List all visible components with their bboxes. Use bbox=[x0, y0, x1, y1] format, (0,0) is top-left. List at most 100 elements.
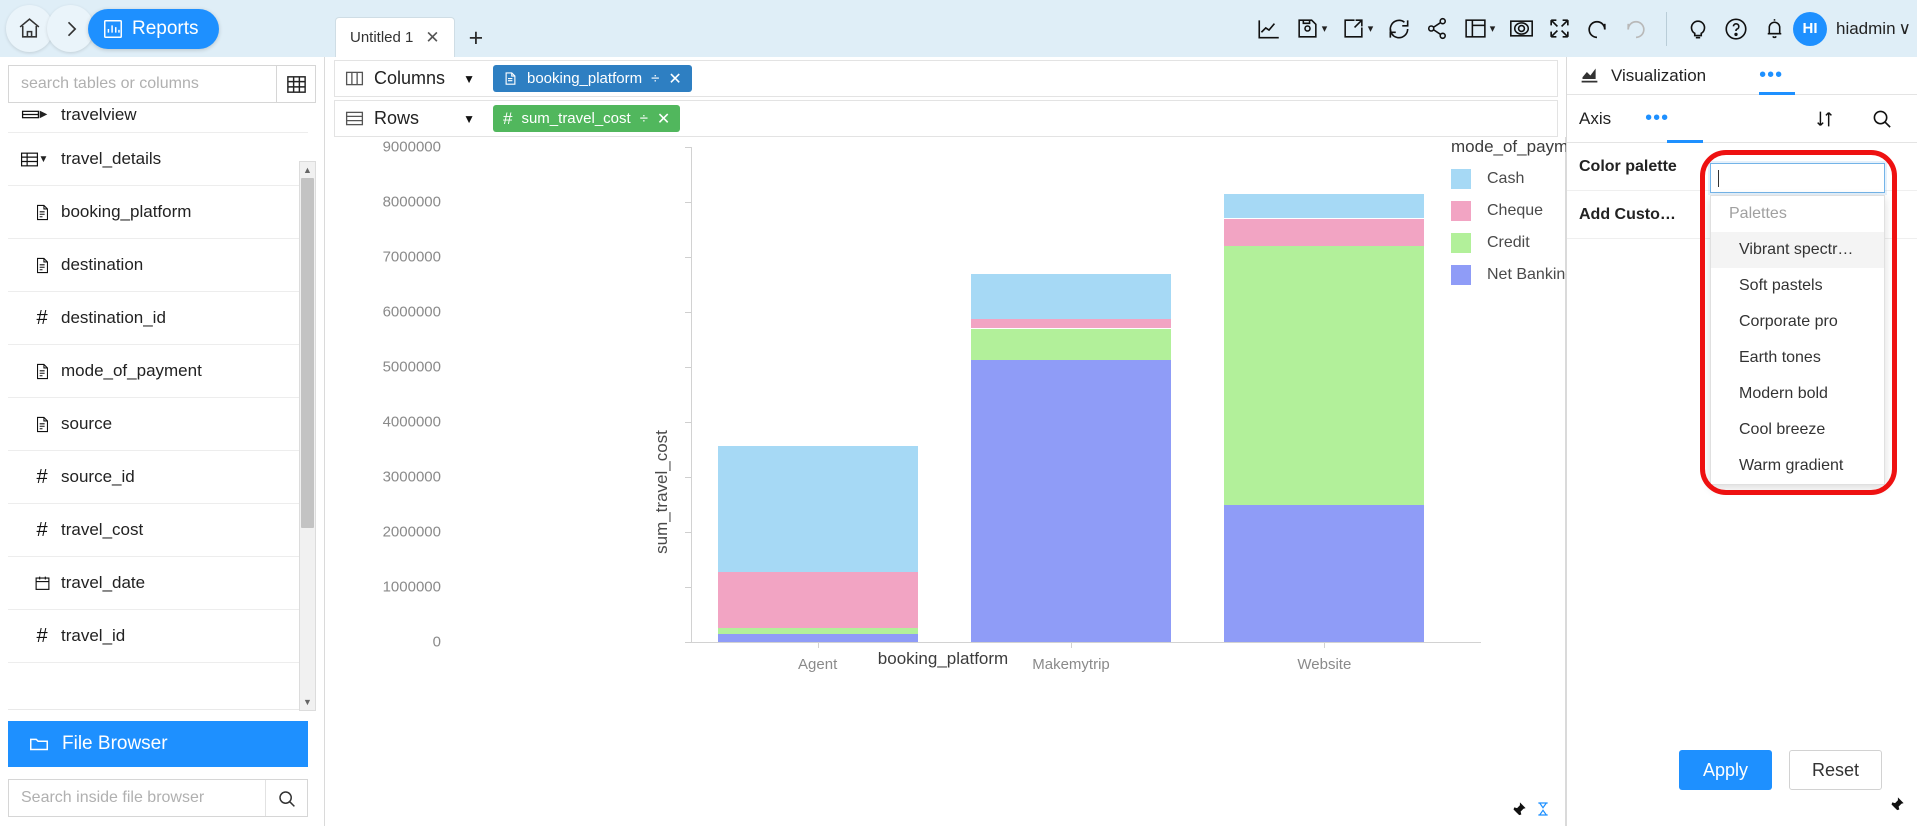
palette-option-earth-tones[interactable]: Earth tones bbox=[1711, 340, 1884, 376]
visualization-more-button[interactable]: ••• bbox=[1759, 64, 1783, 87]
chart-type-button[interactable] bbox=[1250, 10, 1288, 48]
bar-segment[interactable] bbox=[1224, 504, 1425, 642]
breadcrumb-next-button[interactable] bbox=[47, 5, 94, 52]
reset-button[interactable]: Reset bbox=[1789, 750, 1882, 790]
user-menu[interactable]: hiadmin ∨ bbox=[1836, 19, 1911, 39]
pill-booking-platform[interactable]: booking_platform ÷ ✕ bbox=[493, 65, 692, 92]
tree-item-travel-id[interactable]: # travel_id bbox=[8, 610, 308, 663]
bar-segment[interactable] bbox=[717, 572, 918, 628]
bar-segment[interactable] bbox=[1224, 246, 1425, 505]
bar-segment[interactable] bbox=[1224, 194, 1425, 219]
notifications-button[interactable] bbox=[1755, 10, 1793, 48]
tree-item-destination-id[interactable]: # destination_id bbox=[8, 292, 308, 345]
app-root: Reports Untitled 1 ✕ + ▾ ▾ ▾ HI hiadmin … bbox=[0, 0, 1917, 826]
avatar[interactable]: HI bbox=[1793, 11, 1827, 46]
fullscreen-button[interactable] bbox=[1540, 10, 1578, 48]
aggregate-icon[interactable]: ÷ bbox=[651, 70, 659, 87]
search-icon[interactable] bbox=[1870, 107, 1893, 130]
palette-dropdown[interactable]: Palettes Vibrant spectr… Soft pastels Corp… bbox=[1710, 195, 1885, 485]
rows-drop-zone[interactable]: # sum_travel_cost ÷ ✕ bbox=[485, 101, 1557, 136]
palette-option-corporate-pro[interactable]: Corporate pro bbox=[1711, 304, 1884, 340]
bar-segment[interactable] bbox=[717, 445, 918, 573]
pill-label: booking_platform bbox=[527, 70, 643, 87]
tree-item-booking-platform[interactable]: booking_platform bbox=[8, 186, 308, 239]
help-button[interactable] bbox=[1717, 10, 1755, 48]
filter-hourglass-icon[interactable] bbox=[1535, 800, 1551, 818]
sidebar-scrollbar[interactable]: ▲ ▼ bbox=[299, 161, 316, 711]
aggregate-icon[interactable]: ÷ bbox=[640, 110, 648, 127]
file-browser-button[interactable]: File Browser bbox=[8, 721, 308, 767]
bar-segment[interactable] bbox=[717, 633, 918, 642]
tree-item-mode-of-payment[interactable]: mode_of_payment bbox=[8, 345, 308, 398]
columns-shelf-label[interactable]: Columns ▼ bbox=[335, 68, 485, 89]
pill-sum-travel-cost[interactable]: # sum_travel_cost ÷ ✕ bbox=[493, 105, 681, 132]
table-grid-button[interactable] bbox=[276, 65, 316, 103]
file-browser-search[interactable]: Search inside file browser bbox=[8, 779, 308, 817]
columns-drop-zone[interactable]: booking_platform ÷ ✕ bbox=[485, 61, 1557, 96]
refresh-button[interactable] bbox=[1380, 10, 1418, 48]
chart-canvas[interactable]: 0 1000000 2000000 3000000 4000000 5000000 6000… bbox=[326, 127, 1651, 826]
tree-item-travel-details[interactable]: ▼ travel_details bbox=[8, 133, 308, 186]
chevron-down-icon[interactable]: ▼ bbox=[463, 72, 475, 86]
palette-option-vibrant-spectr[interactable]: Vibrant spectr… bbox=[1711, 232, 1884, 268]
panel-pin[interactable] bbox=[1888, 796, 1905, 818]
redo-button[interactable] bbox=[1616, 10, 1654, 48]
tree-item-travelview[interactable]: ▶ travelview bbox=[8, 105, 308, 133]
palette-option-modern-bold[interactable]: Modern bold bbox=[1711, 376, 1884, 412]
scroll-down-arrow[interactable]: ▼ bbox=[300, 694, 315, 710]
breadcrumb-reports[interactable]: Reports bbox=[88, 8, 219, 49]
tree-item-source-id[interactable]: # source_id bbox=[8, 451, 308, 504]
export-icon bbox=[1344, 19, 1363, 38]
tree-item-label: travel_id bbox=[61, 626, 126, 645]
bar-segment[interactable] bbox=[971, 359, 1171, 642]
palette-option-cool-breeze[interactable]: Cool breeze bbox=[1711, 412, 1884, 448]
home-button[interactable] bbox=[6, 5, 53, 52]
add-tab-button[interactable]: + bbox=[455, 24, 498, 53]
breadcrumb-label: Reports bbox=[132, 17, 199, 39]
add-custom-label: Add Custo… bbox=[1579, 205, 1676, 223]
tree-item-destination[interactable]: destination bbox=[8, 239, 308, 292]
bar-segment[interactable] bbox=[717, 627, 918, 634]
tab-untitled-1[interactable]: Untitled 1 ✕ bbox=[335, 17, 455, 57]
pin-icon[interactable] bbox=[1510, 801, 1527, 818]
bar-segment[interactable] bbox=[971, 319, 1171, 329]
palette-option-soft-pastels[interactable]: Soft pastels bbox=[1711, 268, 1884, 304]
share-button[interactable] bbox=[1418, 10, 1456, 48]
top-bar-right: Untitled 1 ✕ + ▾ ▾ ▾ HI hiadmin ∨ bbox=[325, 0, 1917, 57]
bar-segment[interactable] bbox=[971, 328, 1171, 360]
close-icon[interactable]: ✕ bbox=[425, 29, 439, 46]
close-icon[interactable]: ✕ bbox=[668, 69, 681, 89]
save-button[interactable]: ▾ bbox=[1288, 10, 1334, 48]
columns-label: Columns bbox=[374, 68, 446, 88]
axis-tools bbox=[1814, 107, 1917, 130]
apply-button[interactable]: Apply bbox=[1679, 750, 1772, 790]
chevron-down-icon[interactable]: ▼ bbox=[463, 112, 475, 126]
preview-button[interactable] bbox=[1502, 10, 1540, 48]
color-palette-label: Color palette bbox=[1579, 157, 1677, 175]
color-palette-input[interactable] bbox=[1710, 163, 1885, 193]
legend-label: Cheque bbox=[1487, 202, 1544, 219]
search-input[interactable]: search tables or columns bbox=[8, 65, 276, 103]
tree-item-label: booking_platform bbox=[61, 202, 192, 221]
tree-item-travel-date[interactable]: travel_date bbox=[8, 557, 308, 610]
export-button[interactable]: ▾ bbox=[1334, 10, 1380, 48]
y-tick-label: 0 bbox=[432, 633, 441, 651]
bar-segment[interactable] bbox=[971, 274, 1171, 320]
bar-segment[interactable] bbox=[1224, 218, 1425, 246]
close-icon[interactable]: ✕ bbox=[657, 109, 670, 129]
chart-icon bbox=[1581, 68, 1598, 83]
axis-subheader: Axis ••• bbox=[1567, 95, 1917, 143]
scroll-up-arrow[interactable]: ▲ bbox=[300, 162, 315, 178]
tree-item-source[interactable]: source bbox=[8, 398, 308, 451]
scrollbar-thumb[interactable] bbox=[301, 178, 314, 528]
tree-item-travel-cost[interactable]: # travel_cost bbox=[8, 504, 308, 557]
rows-shelf-label[interactable]: Rows ▼ bbox=[335, 108, 485, 129]
layout-button[interactable]: ▾ bbox=[1456, 10, 1502, 48]
insight-button[interactable] bbox=[1679, 10, 1717, 48]
undo-button[interactable] bbox=[1578, 10, 1616, 48]
axis-more-button[interactable]: ••• bbox=[1645, 107, 1669, 130]
sort-icon[interactable] bbox=[1814, 108, 1836, 130]
search-button[interactable] bbox=[265, 780, 307, 816]
palette-option-warm-gradient[interactable]: Warm gradient bbox=[1711, 448, 1884, 484]
dropdown-items: Vibrant spectr… Soft pastels Corporate pro… bbox=[1711, 232, 1884, 484]
